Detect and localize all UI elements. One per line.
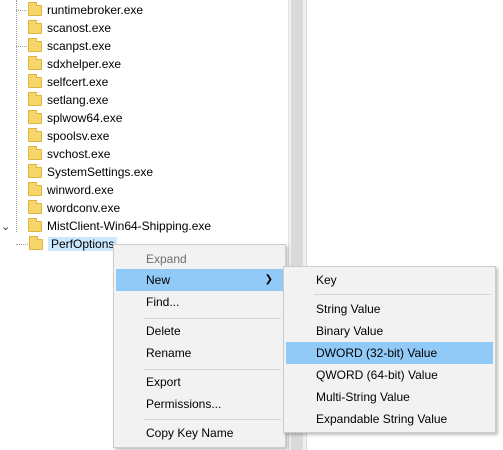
menu-item-label: Export: [146, 375, 181, 389]
tree-item-label: spoolsv.exe: [47, 129, 110, 143]
menu-separator: [144, 419, 281, 420]
tree-item[interactable]: runtimebroker.exe: [28, 1, 143, 19]
tree-item[interactable]: spoolsv.exe: [28, 127, 109, 145]
menu-item-label: DWORD (32-bit) Value: [316, 346, 438, 360]
tree-item-label: splwow64.exe: [47, 111, 123, 125]
menu-item-label: Copy Key Name: [146, 426, 234, 440]
tree-item-label: scanost.exe: [47, 21, 112, 35]
menu-item-label: Rename: [146, 346, 192, 360]
menu-item-label: String Value: [316, 302, 381, 316]
folder-icon: [28, 91, 42, 106]
submenu-item-string-value[interactable]: String Value: [286, 298, 493, 320]
folder-icon: [28, 163, 42, 178]
submenu-item-dword-value[interactable]: DWORD (32-bit) Value: [286, 342, 493, 364]
tree-item[interactable]: SystemSettings.exe: [28, 163, 153, 181]
tree-connector: [16, 46, 27, 47]
folder-icon: [29, 235, 43, 250]
tree-item[interactable]: splwow64.exe: [28, 109, 122, 127]
submenu-item-key[interactable]: Key: [286, 269, 493, 291]
menu-item-label: QWORD (64-bit) Value: [316, 368, 438, 382]
folder-icon: [28, 199, 42, 214]
submenu-item-qword-value[interactable]: QWORD (64-bit) Value: [286, 364, 493, 386]
menu-separator: [144, 318, 281, 319]
menu-item-label: New: [146, 273, 171, 287]
folder-icon: [28, 127, 42, 142]
folder-icon: [28, 73, 42, 88]
menu-item-label: Key: [316, 273, 337, 287]
chevron-right-icon: ❯: [264, 274, 273, 285]
menu-item-label: Find...: [146, 295, 180, 309]
tree-item[interactable]: sdxhelper.exe: [28, 55, 121, 73]
folder-icon: [28, 19, 42, 34]
menu-item-label: Delete: [146, 324, 181, 338]
submenu-item-multi-string-value[interactable]: Multi-String Value: [286, 386, 493, 408]
menu-item-label: Expand: [146, 252, 187, 266]
submenu-item-expandable-string-value[interactable]: Expandable String Value: [286, 408, 493, 430]
tree-item-expanded[interactable]: MistClient-Win64-Shipping.exe: [28, 217, 211, 235]
menu-item-label: Binary Value: [316, 324, 384, 338]
tree-item[interactable]: winword.exe: [28, 181, 114, 199]
tree-item[interactable]: svchost.exe: [28, 145, 110, 163]
folder-icon: [28, 1, 42, 16]
tree-item-selected[interactable]: PerfOptions: [29, 235, 118, 253]
folder-icon: [28, 55, 42, 70]
tree-item-label: selfcert.exe: [47, 75, 109, 89]
tree-item-label: scanpst.exe: [47, 39, 112, 53]
context-menu: Expand New ❯ Find... Delete Rename Expor…: [113, 244, 286, 448]
tree-item[interactable]: scanpst.exe: [28, 37, 111, 55]
menu-item-export[interactable]: Export: [116, 371, 283, 393]
tree-item-label: svchost.exe: [47, 147, 111, 161]
tree-guide-line: [16, 0, 17, 232]
menu-item-new[interactable]: New ❯: [116, 269, 283, 291]
tree-item[interactable]: setlang.exe: [28, 91, 108, 109]
folder-icon: [28, 181, 42, 196]
menu-item-rename[interactable]: Rename: [116, 342, 283, 364]
tree-item-label: PerfOptions: [48, 237, 118, 251]
menu-item-permissions[interactable]: Permissions...: [116, 393, 283, 415]
folder-icon: [28, 145, 42, 160]
chevron-down-icon[interactable]: ⌄: [1, 220, 10, 233]
menu-item-label: Multi-String Value: [316, 390, 410, 404]
menu-item-find[interactable]: Find...: [116, 291, 283, 313]
tree-item-label: winword.exe: [47, 183, 114, 197]
tree-item-label: MistClient-Win64-Shipping.exe: [47, 219, 212, 233]
tree-item[interactable]: wordconv.exe: [28, 199, 120, 217]
menu-separator: [314, 294, 491, 295]
folder-icon: [28, 109, 42, 124]
tree-item[interactable]: selfcert.exe: [28, 73, 108, 91]
menu-item-delete[interactable]: Delete: [116, 320, 283, 342]
tree-item-label: SystemSettings.exe: [47, 165, 154, 179]
tree-item[interactable]: scanost.exe: [28, 19, 111, 37]
tree-item-label: sdxhelper.exe: [47, 57, 122, 71]
menu-item-expand[interactable]: Expand: [116, 248, 283, 270]
folder-icon: [28, 37, 42, 52]
new-submenu: Key String Value Binary Value DWORD (32-…: [283, 266, 496, 433]
folder-icon: [28, 217, 42, 232]
tree-connector: [16, 10, 27, 11]
tree-item-label: setlang.exe: [47, 93, 109, 107]
tree-item-label: wordconv.exe: [47, 201, 121, 215]
tree-item-label: runtimebroker.exe: [47, 3, 144, 17]
menu-item-label: Permissions...: [146, 397, 222, 411]
submenu-item-binary-value[interactable]: Binary Value: [286, 320, 493, 342]
tree-connector: [16, 244, 28, 245]
menu-item-label: Expandable String Value: [316, 412, 448, 426]
menu-item-copy-key-name[interactable]: Copy Key Name: [116, 422, 283, 444]
menu-separator: [144, 369, 281, 370]
